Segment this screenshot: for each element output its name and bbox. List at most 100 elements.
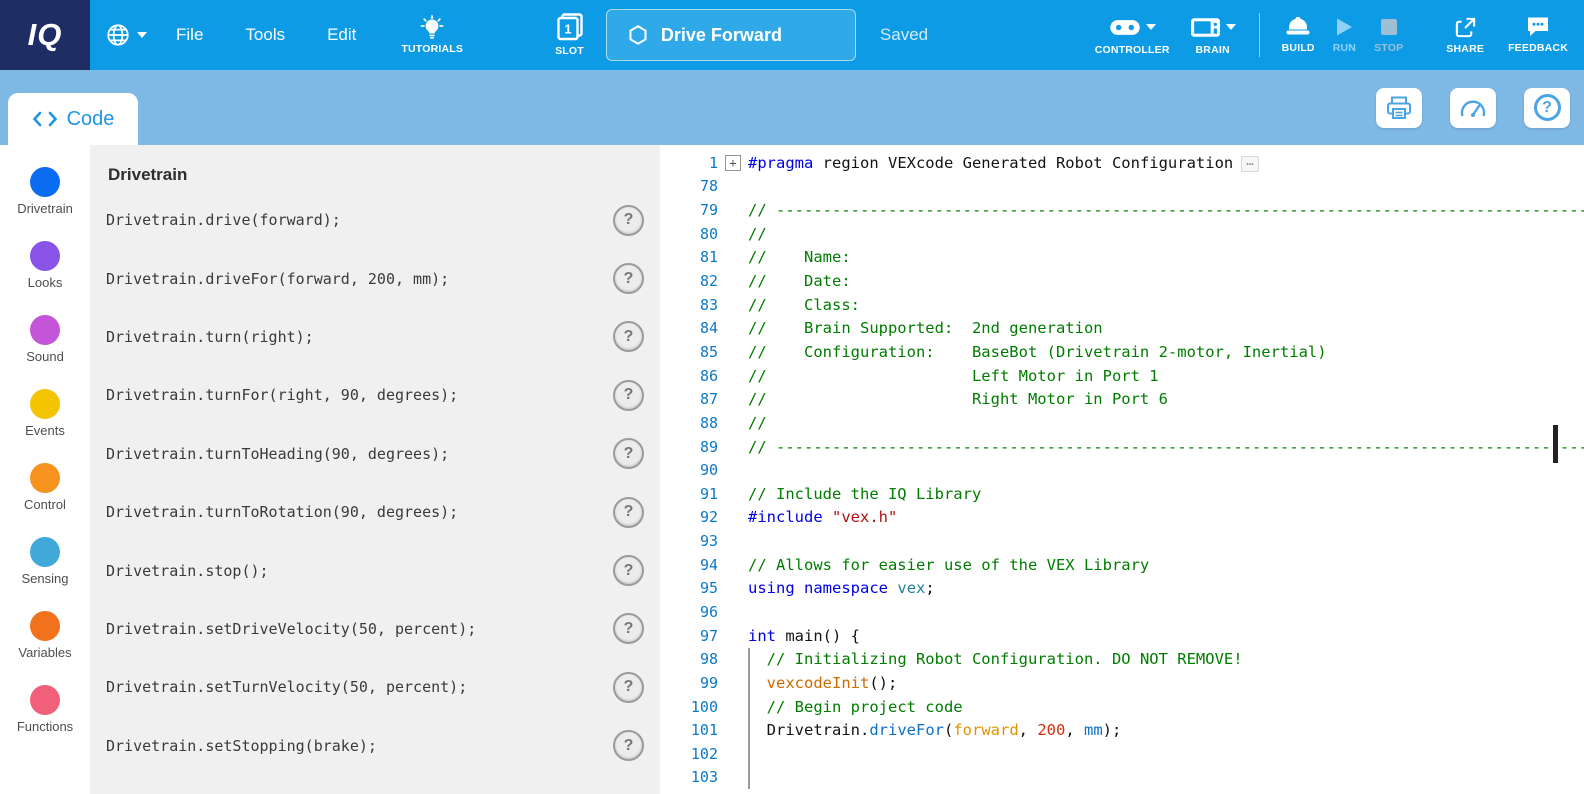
command-row: Drivetrain.driveFor(forward, 200, mm);? [106, 249, 650, 307]
line-number: 89 [668, 438, 718, 456]
build-helmet-icon [1285, 16, 1311, 38]
code-text: int main() { [748, 627, 860, 645]
code-line[interactable]: 1+#pragma region VEXcode Generated Robot… [668, 151, 1584, 175]
code-line[interactable]: 82// Date: [668, 269, 1584, 293]
code-tab-label: Code [67, 108, 115, 131]
code-line[interactable]: 86// Left Motor in Port 1 [668, 364, 1584, 388]
line-number: 103 [668, 768, 718, 786]
line-number: 83 [668, 296, 718, 314]
code-editor[interactable]: 1+#pragma region VEXcode Generated Robot… [660, 145, 1584, 794]
command-text[interactable]: Drivetrain.setStopping(brake); [106, 737, 377, 755]
command-text[interactable]: Drivetrain.turnFor(right, 90, degrees); [106, 386, 458, 404]
gauge-icon [1459, 96, 1487, 120]
code-line[interactable]: 102 [668, 742, 1584, 766]
command-help-button[interactable]: ? [613, 497, 644, 528]
slot-button[interactable]: 1 SLOT [555, 13, 584, 57]
editor-scrollbar-thumb[interactable] [1553, 425, 1558, 463]
build-button[interactable]: BUILD [1273, 16, 1324, 54]
command-text[interactable]: Drivetrain.stop(); [106, 562, 269, 580]
stop-button[interactable]: STOP [1365, 16, 1412, 54]
code-line[interactable]: 83// Class: [668, 293, 1584, 317]
category-label: Sound [26, 349, 64, 364]
category-events[interactable]: Events [0, 389, 90, 463]
menu-edit[interactable]: Edit [306, 25, 377, 45]
events-category-icon [30, 389, 60, 419]
command-help-button[interactable]: ? [613, 555, 644, 586]
code-line[interactable]: 101 Drivetrain.driveFor(forward, 200, mm… [668, 718, 1584, 742]
command-help-button[interactable]: ? [613, 380, 644, 411]
code-line[interactable]: 79// -----------------------------------… [668, 198, 1584, 222]
command-text[interactable]: Drivetrain.setDriveVelocity(50, percent)… [106, 620, 476, 638]
code-line[interactable]: 95using namespace vex; [668, 577, 1584, 601]
command-help-button[interactable]: ? [613, 613, 644, 644]
controller-icon [1109, 17, 1141, 38]
category-variables[interactable]: Variables [0, 611, 90, 685]
line-number: 85 [668, 343, 718, 361]
code-text: #include "vex.h" [748, 508, 897, 526]
command-row: Drivetrain.setDriveVelocity(50, percent)… [106, 600, 650, 658]
code-line[interactable]: 78 [668, 175, 1584, 199]
code-text: // [748, 414, 767, 432]
category-label: Drivetrain [17, 201, 73, 216]
category-sound[interactable]: Sound [0, 315, 90, 389]
command-text[interactable]: Drivetrain.setTurnVelocity(50, percent); [106, 678, 467, 696]
code-line[interactable]: 96 [668, 600, 1584, 624]
project-name-button[interactable]: Drive Forward [606, 9, 856, 61]
help-button[interactable]: ? [1524, 88, 1570, 128]
brain-button[interactable]: BRAIN [1180, 14, 1246, 56]
command-text[interactable]: Drivetrain.turn(right); [106, 328, 314, 346]
command-text[interactable]: Drivetrain.turnToHeading(90, degrees); [106, 445, 449, 463]
fold-expand-icon[interactable]: + [725, 155, 741, 171]
code-line[interactable]: 85// Configuration: BaseBot (Drivetrain … [668, 340, 1584, 364]
code-line[interactable]: 93 [668, 529, 1584, 553]
category-control[interactable]: Control [0, 463, 90, 537]
code-line[interactable]: 97int main() { [668, 624, 1584, 648]
category-looks[interactable]: Looks [0, 241, 90, 315]
share-button[interactable]: SHARE [1438, 16, 1492, 55]
command-text[interactable]: Drivetrain.driveFor(forward, 200, mm); [106, 270, 449, 288]
command-help-button[interactable]: ? [613, 321, 644, 352]
code-line[interactable]: 88// [668, 411, 1584, 435]
dashboard-button[interactable] [1450, 88, 1496, 128]
command-help-button[interactable]: ? [613, 438, 644, 469]
code-line[interactable]: 81// Name: [668, 246, 1584, 270]
language-selector[interactable] [105, 22, 147, 48]
category-drivetrain[interactable]: Drivetrain [0, 167, 90, 241]
code-text: // Begin project code [748, 698, 963, 716]
tab-code[interactable]: Code [8, 93, 138, 145]
line-number: 95 [668, 579, 718, 597]
command-text[interactable]: Drivetrain.drive(forward); [106, 211, 341, 229]
code-line[interactable]: 91// Include the IQ Library [668, 482, 1584, 506]
code-line[interactable]: 89// -----------------------------------… [668, 435, 1584, 459]
code-text: // Right Motor in Port 6 [748, 390, 1168, 408]
command-help-button[interactable]: ? [613, 205, 644, 236]
command-help-button[interactable]: ? [613, 263, 644, 294]
command-help-button[interactable]: ? [613, 730, 644, 761]
code-line[interactable]: 80// [668, 222, 1584, 246]
code-line[interactable]: 99 vexcodeInit(); [668, 671, 1584, 695]
code-line[interactable]: 90 [668, 458, 1584, 482]
control-category-icon [30, 463, 60, 493]
code-line[interactable]: 92#include "vex.h" [668, 506, 1584, 530]
menu-tools[interactable]: Tools [224, 25, 306, 45]
run-button[interactable]: RUN [1324, 16, 1365, 54]
code-line[interactable]: 94// Allows for easier use of the VEX Li… [668, 553, 1584, 577]
code-line[interactable]: 100 // Begin project code [668, 695, 1584, 719]
category-sensing[interactable]: Sensing [0, 537, 90, 611]
question-mark-icon: ? [1534, 94, 1561, 121]
command-text[interactable]: Drivetrain.turnToRotation(90, degrees); [106, 503, 458, 521]
code-line[interactable]: 103 [668, 766, 1584, 790]
code-line[interactable]: 84// Brain Supported: 2nd generation [668, 316, 1584, 340]
code-line[interactable]: 87// Right Motor in Port 6 [668, 387, 1584, 411]
code-line[interactable]: 98 // Initializing Robot Configuration. … [668, 647, 1584, 671]
indent-guide [748, 648, 750, 789]
command-help-button[interactable]: ? [613, 672, 644, 703]
print-console-button[interactable] [1376, 88, 1422, 128]
controller-button[interactable]: CONTROLLER [1085, 14, 1180, 56]
feedback-button[interactable]: FEEDBACK [1504, 16, 1572, 54]
line-number: 96 [668, 603, 718, 621]
tutorials-button[interactable]: TUTORIALS [401, 15, 463, 55]
menu-file[interactable]: File [155, 25, 224, 45]
category-functions[interactable]: Functions [0, 685, 90, 759]
folded-region-ellipsis[interactable]: ⋯ [1241, 156, 1258, 172]
